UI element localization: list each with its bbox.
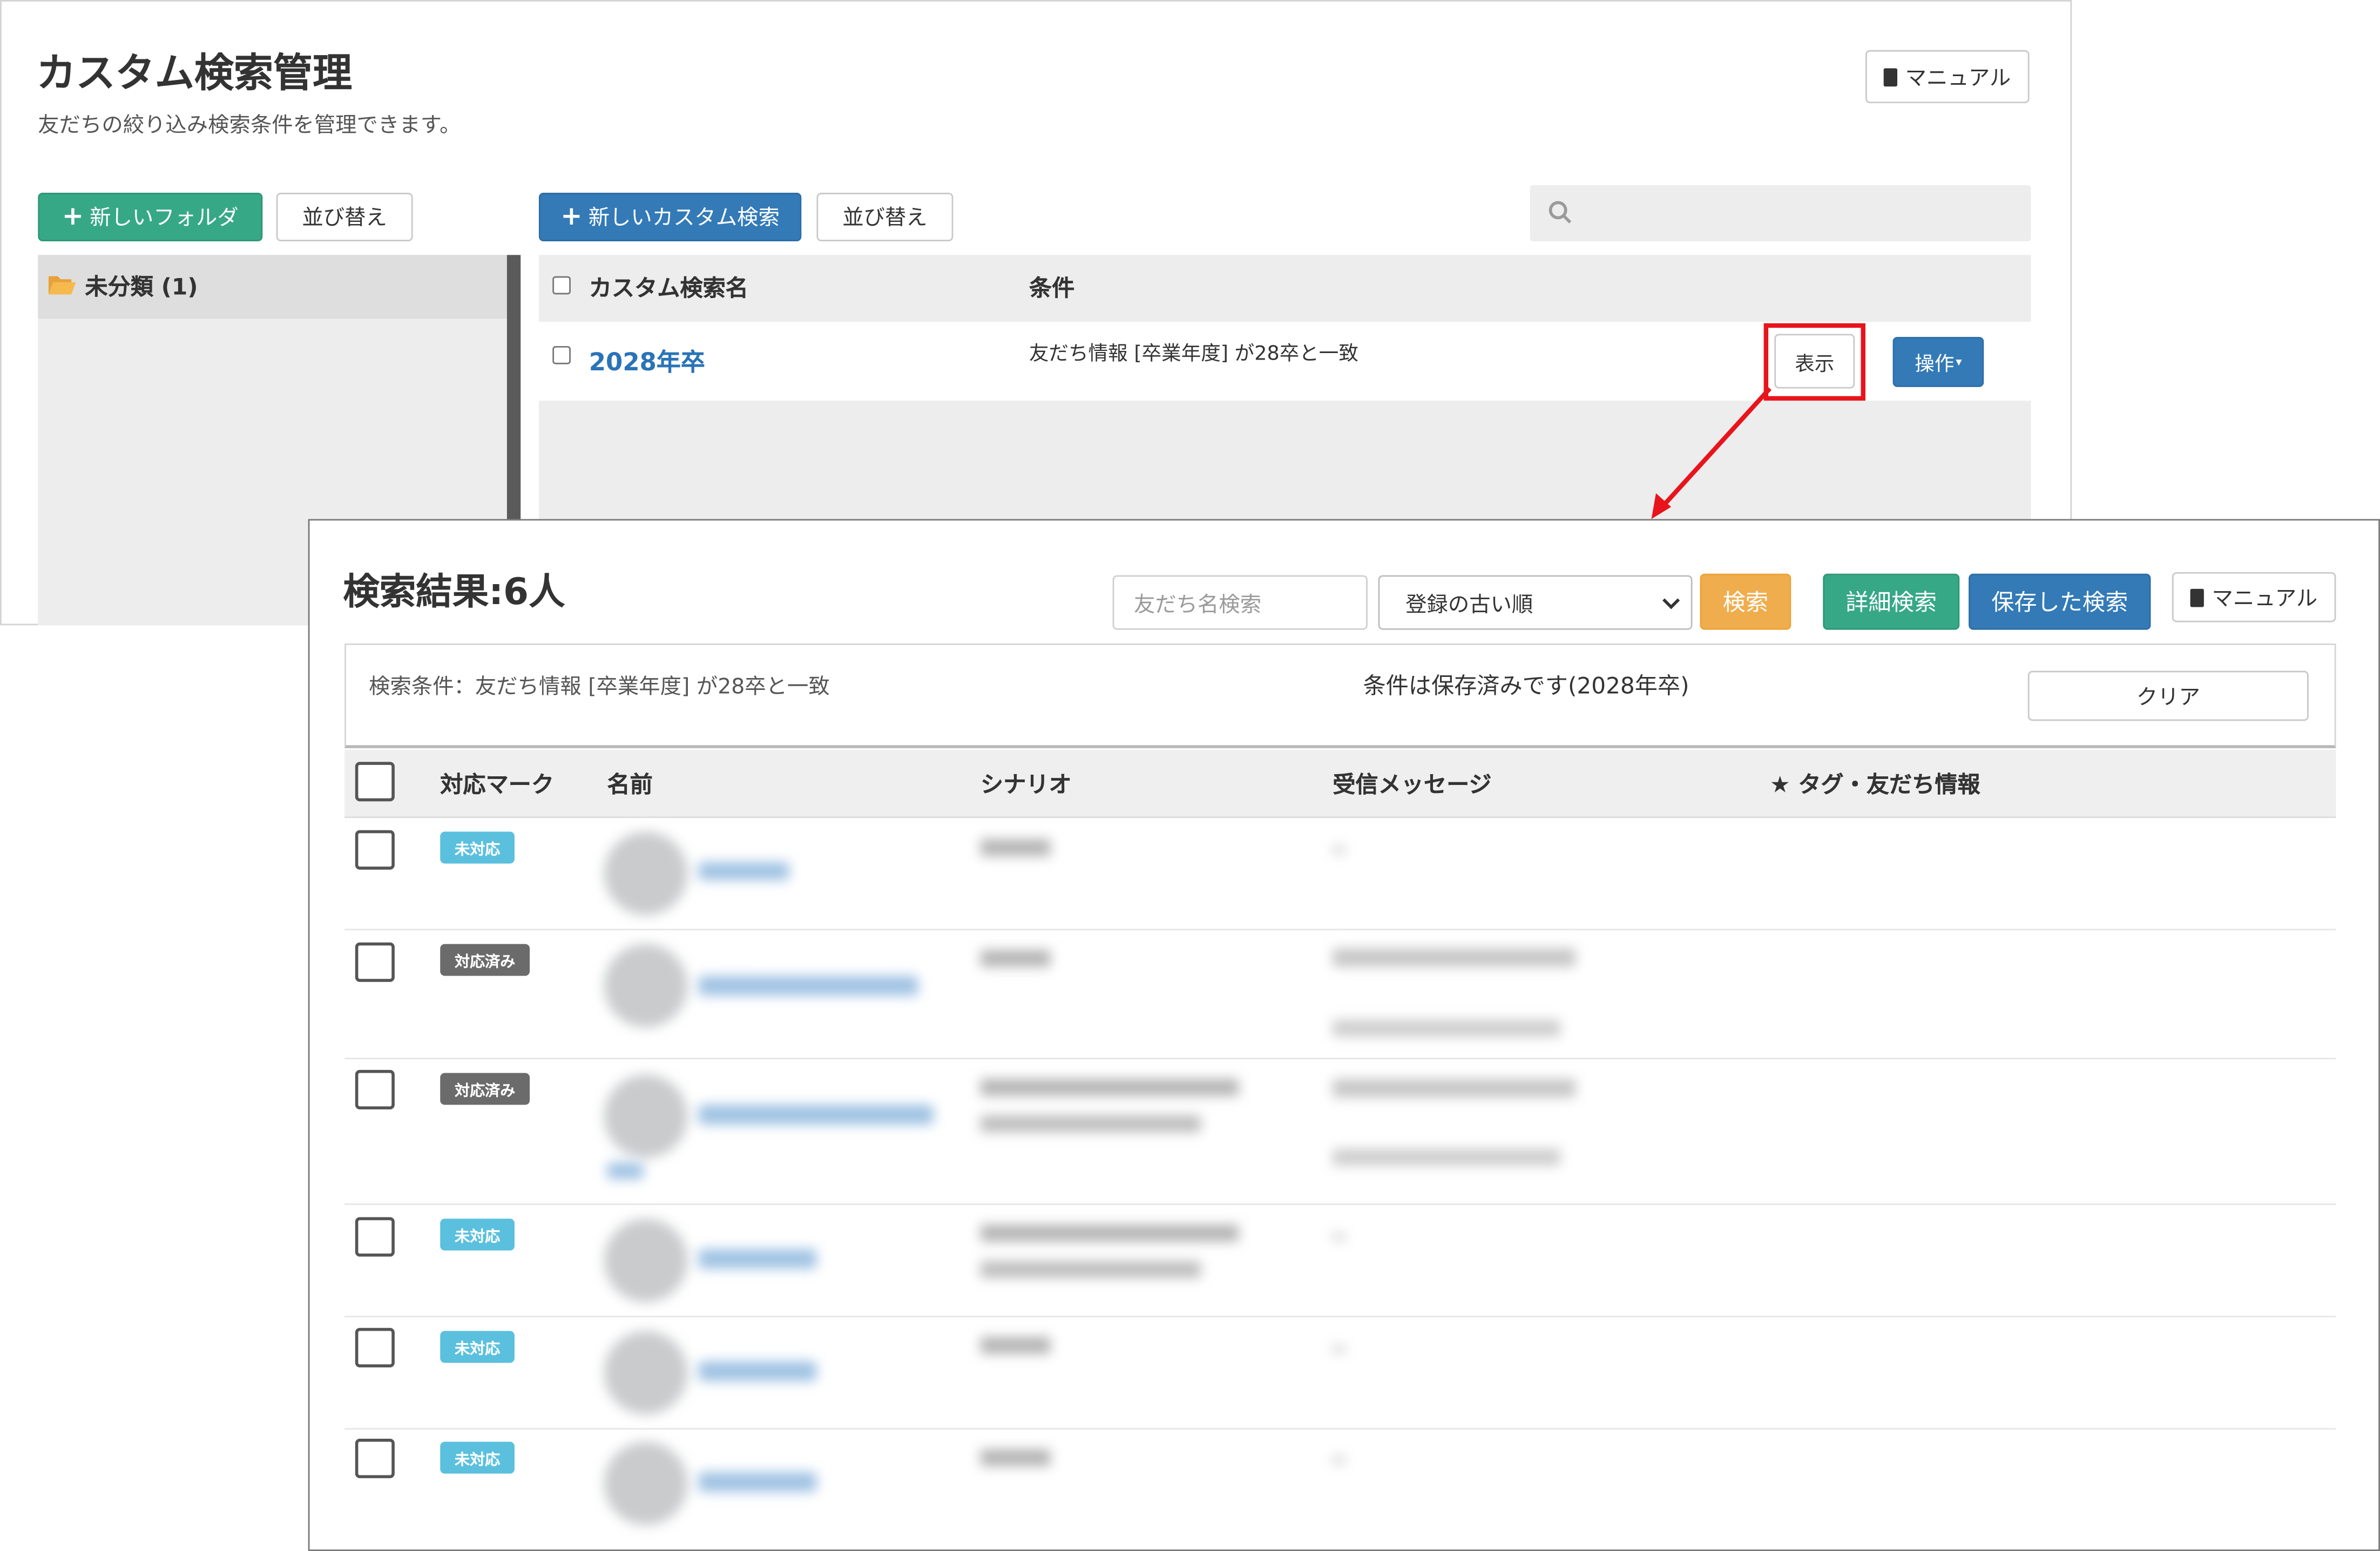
friend-name-link-wrap[interactable] [607,1162,644,1180]
row-checkbox[interactable] [355,1439,395,1479]
scenario-cell [981,950,1051,967]
manual-label: マニュアル [2212,586,2318,611]
friend-name-link[interactable] [698,1105,934,1125]
scenario-cell [981,1449,1051,1466]
scenario-cell [981,1079,1239,1096]
col-header-name: カスタム検索名 [589,274,748,302]
avatar [604,1331,688,1415]
status-badge[interactable]: 未対応 [440,1331,515,1363]
new-folder-button[interactable]: + 新しいフォルダ [38,193,263,241]
status-badge[interactable]: 未対応 [440,1218,515,1251]
col-header-mark: 対応マーク [440,771,555,798]
col-header-scenario: シナリオ [981,771,1072,798]
new-custom-search-button[interactable]: + 新しいカスタム検索 [538,193,802,241]
search-label: 検索 [1722,588,1769,617]
sort-folders-button[interactable]: 並び替え [276,193,413,241]
sort-order-select[interactable]: 登録の古い順 [1378,575,1693,630]
status-badge[interactable]: 対応済み [440,944,530,976]
col-header-message: 受信メッセージ [1333,771,1492,798]
avatar [604,944,688,1028]
status-badge[interactable]: 対応済み [440,1073,530,1105]
avatar [604,1074,688,1158]
plus-icon: + [560,201,583,233]
condition-text: 検索条件：友だち情報 [卒業年度] が28卒と一致 [369,675,830,700]
row-checkbox[interactable] [355,1217,395,1257]
book-icon [2190,588,2205,607]
avatar [604,831,688,916]
custom-search-input[interactable] [1530,185,2031,241]
scenario-cell [981,1224,1239,1242]
sort-label: 並び替え [302,206,387,231]
friend-name-link[interactable] [698,1249,817,1269]
select-all-checkbox[interactable] [355,762,395,802]
scenario-cell [981,1337,1051,1354]
new-custom-search-label: 新しいカスタム検索 [588,206,780,231]
friend-name-link[interactable] [698,976,918,996]
name-search-placeholder: 友だち名検索 [1133,593,1262,618]
message-cell [1333,1346,1345,1352]
search-button[interactable]: 検索 [1700,573,1791,630]
row-checkbox[interactable] [355,1328,395,1367]
status-badge[interactable]: 未対応 [440,831,515,864]
friend-name-link[interactable] [698,1472,817,1492]
detail-search-label: 詳細検索 [1845,588,1937,617]
caret-down-icon: ▾ [1956,355,1962,369]
row-checkbox[interactable] [355,942,395,982]
message-cell [1333,1079,1576,1098]
message-cell [1333,846,1345,853]
scenario-cell-line2 [981,1261,1201,1278]
plus-icon: + [62,201,84,233]
operations-label: 操作 [1915,354,1955,377]
name-search-input[interactable]: 友だち名検索 [1112,575,1368,630]
message-time [1333,1149,1560,1166]
clear-label: クリア [2136,685,2200,710]
folder-item[interactable]: 未分類 (1) [38,255,507,319]
folder-label: 未分類 (1) [85,273,198,301]
page-title: カスタム検索管理 [36,51,353,97]
view-label: 表示 [1795,353,1835,376]
col-header-name: 名前 [607,771,653,798]
results-title: 検索結果:6人 [343,571,565,613]
row-checkbox[interactable] [355,830,395,870]
scenario-cell-line2 [981,1115,1201,1133]
sort-label: 並び替え [842,206,928,231]
chevron-down-icon [1662,598,1680,609]
custom-search-condition: 友だち情報 [卒業年度] が28卒と一致 [1029,343,1358,366]
row-checkbox[interactable] [552,346,571,364]
saved-search-button[interactable]: 保存した検索 [1969,573,2151,630]
select-all-checkbox[interactable] [552,276,571,295]
view-button[interactable]: 表示 [1774,334,1855,389]
manual-label: マニュアル [1905,66,2011,91]
friend-name-link[interactable] [698,1361,817,1381]
sort-searches-button[interactable]: 並び替え [816,193,954,241]
avatar [604,1218,688,1303]
col-header-tag: ★ タグ・友だち情報 [1769,771,1980,798]
clear-button[interactable]: クリア [2027,670,2309,721]
folder-open-icon [48,276,76,295]
col-header-condition: 条件 [1029,274,1075,302]
operations-dropdown-button[interactable]: 操作 ▾ [1892,337,1984,387]
status-badge[interactable]: 未対応 [440,1441,515,1474]
search-icon [1549,201,1572,223]
sort-order-value: 登録の古い順 [1405,593,1533,618]
new-folder-label: 新しいフォルダ [90,206,239,231]
detail-search-button[interactable]: 詳細検索 [1823,573,1960,630]
message-cell [1333,949,1576,967]
message-cell [1333,1234,1345,1240]
manual-button-results[interactable]: マニュアル [2172,572,2336,622]
book-icon [1884,67,1898,86]
row-checkbox[interactable] [355,1069,395,1109]
scenario-cell [981,839,1051,856]
saved-status-text: 条件は保存済みです(2028年卒) [1363,672,1689,700]
message-time [1333,1020,1560,1037]
page-subtitle: 友だちの絞り込み検索条件を管理できます。 [38,113,461,138]
saved-search-label: 保存した検索 [1991,588,2128,617]
avatar [604,1441,688,1526]
friend-name-link[interactable] [698,862,789,881]
custom-search-name-link[interactable]: 2028年卒 [589,342,705,378]
message-cell [1333,1457,1345,1463]
manual-button[interactable]: マニュアル [1865,50,2030,104]
